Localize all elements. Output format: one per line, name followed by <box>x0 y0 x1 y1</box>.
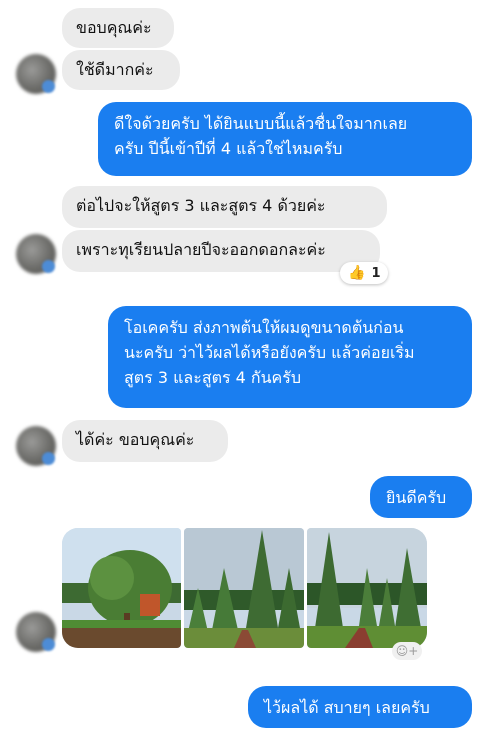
orchard-row-photo[interactable] <box>184 528 304 648</box>
outgoing-message[interactable]: ดีใจด้วยครับ ได้ยินแบบนี้แล้วชื่นใจมากเล… <box>98 102 472 176</box>
durian-tree-photo[interactable] <box>62 528 181 648</box>
active-status-icon <box>42 260 55 273</box>
add-reaction-icon[interactable]: ☺+ <box>392 642 422 660</box>
active-status-icon <box>42 638 55 651</box>
message-reaction[interactable]: 👍 1 <box>340 262 389 284</box>
thumbs-up-icon: 👍 <box>348 265 366 281</box>
incoming-message[interactable]: ได้ค่ะ ขอบคุณค่ะ <box>62 420 228 462</box>
reaction-count: 1 <box>371 265 381 281</box>
orchard-path-photo[interactable] <box>307 528 427 648</box>
incoming-message[interactable]: ขอบคุณค่ะ <box>62 8 174 48</box>
incoming-message[interactable]: ใช้ดีมากค่ะ <box>62 50 180 90</box>
outgoing-message[interactable]: ยินดีครับ <box>370 476 472 518</box>
active-status-icon <box>42 80 55 93</box>
outgoing-message[interactable]: โอเคครับ ส่งภาพต้นให้ผมดูขนาดต้นก่อน นะค… <box>108 306 472 408</box>
incoming-message[interactable]: เพราะทุเรียนปลายปีจะออกดอกละค่ะ <box>62 230 380 272</box>
outgoing-message[interactable]: ไว้ผลได้ สบายๆ เลยครับ <box>248 686 472 728</box>
incoming-message[interactable]: ต่อไปจะให้สูตร 3 และสูตร 4 ด้วยค่ะ <box>62 186 387 228</box>
active-status-icon <box>42 452 55 465</box>
